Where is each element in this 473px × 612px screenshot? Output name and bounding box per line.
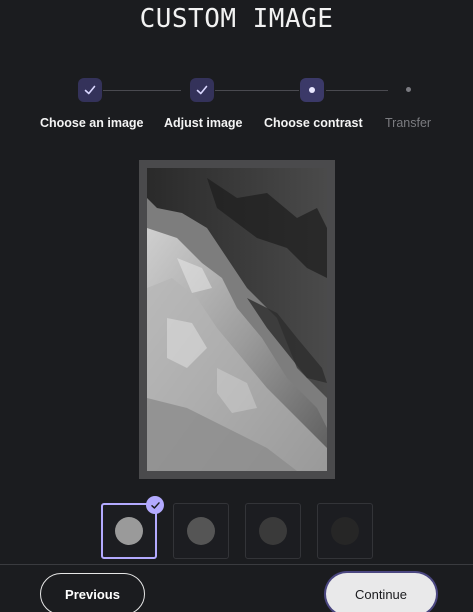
step-4-node [406, 87, 411, 92]
step-connector [215, 90, 299, 91]
step-label-adjust-image: Adjust image [164, 116, 243, 130]
step-3-node[interactable] [300, 78, 324, 102]
step-1-node[interactable] [78, 78, 102, 102]
contrast-swatch-circle [331, 517, 359, 545]
selected-check-icon [146, 496, 164, 514]
page-title: CUSTOM IMAGE [139, 4, 334, 34]
check-icon [84, 85, 96, 95]
contrast-option-4[interactable] [317, 503, 373, 559]
contrast-swatch-circle [187, 517, 215, 545]
previous-button[interactable]: Previous [40, 573, 145, 612]
image-preview-frame [139, 160, 335, 479]
dot-icon [309, 87, 315, 93]
continue-button[interactable]: Continue [326, 573, 436, 612]
preview-image [147, 168, 327, 471]
step-label-transfer: Transfer [385, 116, 432, 130]
check-icon [196, 85, 208, 95]
step-connector [103, 90, 181, 91]
contrast-option-2[interactable] [173, 503, 229, 559]
contrast-option-3[interactable] [245, 503, 301, 559]
footer-divider [0, 564, 473, 565]
step-connector [326, 90, 388, 91]
contrast-swatch-circle [259, 517, 287, 545]
step-2-node[interactable] [190, 78, 214, 102]
contrast-swatch-circle [115, 517, 143, 545]
step-label-choose-image: Choose an image [40, 116, 144, 130]
step-label-choose-contrast: Choose contrast [264, 116, 363, 130]
